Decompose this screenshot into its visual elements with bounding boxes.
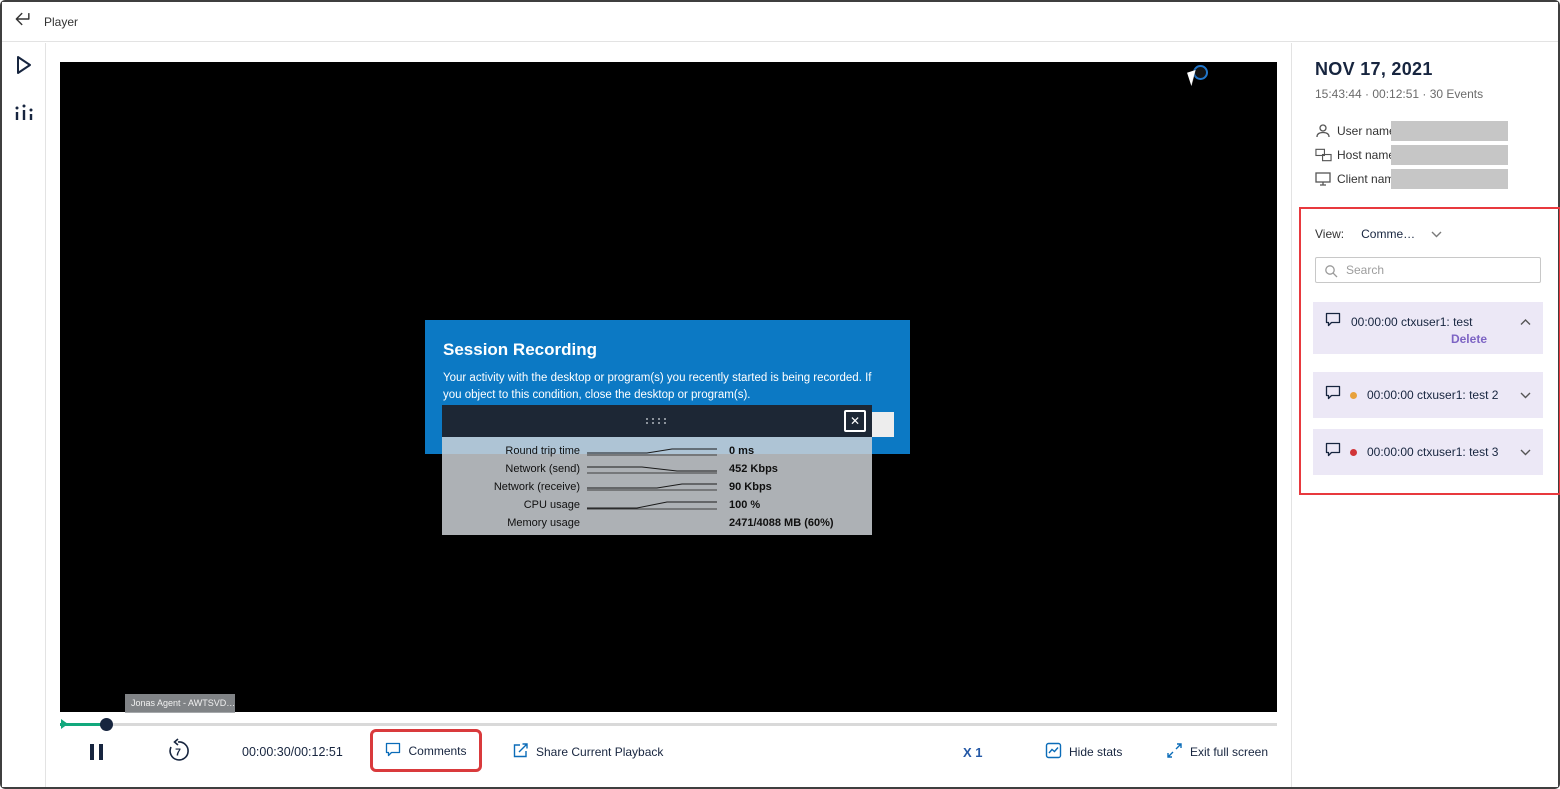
event-marker-icon	[61, 719, 68, 729]
hide-stats-label: Hide stats	[1069, 745, 1122, 759]
share-button-label: Share Current Playback	[536, 745, 663, 759]
stats-chart-icon	[1045, 742, 1062, 762]
session-field-user: User name:	[1315, 121, 1399, 141]
pause-icon	[90, 744, 103, 760]
client-name-value-placeholder	[1391, 169, 1508, 189]
exit-fullscreen-button[interactable]: Exit full screen	[1166, 734, 1268, 770]
stat-label: Network (receive)	[442, 481, 580, 493]
client-monitor-icon	[1315, 172, 1333, 186]
comment-icon	[1325, 312, 1341, 332]
comment-text: 00:00:00 ctxuser1: test 3	[1367, 445, 1498, 459]
exit-fullscreen-label: Exit full screen	[1190, 745, 1268, 759]
stat-row: Network (receive) 90 Kbps	[442, 478, 872, 496]
session-field-host: Host name:	[1315, 145, 1398, 165]
chevron-down-icon[interactable]	[1520, 449, 1531, 456]
stat-value: 100 %	[729, 499, 760, 511]
playback-speed-button[interactable]: X 1	[963, 734, 983, 770]
comment-text: 00:00:00 ctxuser1: test 2	[1367, 388, 1498, 402]
play-nav-button[interactable]	[10, 53, 38, 81]
playback-controls: 7 00:00:30/00:12:51 Comments Share Curre…	[60, 732, 1277, 776]
comment-icon	[1325, 385, 1341, 405]
comment-icon	[1325, 442, 1341, 462]
seek-bar	[60, 717, 1277, 731]
stat-value: 2471/4088 MB (60%)	[729, 517, 834, 529]
comment-item[interactable]: 00:00:00 ctxuser1: test 3	[1313, 429, 1543, 475]
chevron-down-icon[interactable]	[1520, 392, 1531, 399]
sparkline-chart	[587, 462, 717, 476]
stat-row: Round trip time 0 ms	[442, 442, 872, 460]
field-label: User name:	[1337, 124, 1399, 138]
comment-item[interactable]: 00:00:00 ctxuser1: test 2	[1313, 372, 1543, 418]
video-taskbar-label: Jonas Agent - AWTSVD…	[125, 694, 235, 713]
stats-overlay-body: Round trip time 0 ms Network (send) 452 …	[442, 437, 872, 535]
stat-label: Memory usage	[442, 517, 580, 529]
comments-annotation-box: Comments	[370, 729, 482, 772]
pause-button[interactable]	[90, 734, 103, 770]
rewind-7-icon: 7	[165, 738, 191, 767]
dialog-button-fragment[interactable]	[872, 412, 894, 437]
seek-track[interactable]	[60, 723, 1277, 726]
stat-label: Round trip time	[442, 445, 580, 457]
stats-overlay-header: ✕	[442, 405, 872, 437]
stat-row: Network (send) 452 Kbps	[442, 460, 872, 478]
session-field-client: Client name	[1315, 169, 1401, 189]
video-canvas: Session Recording Your activity with the…	[60, 62, 1277, 712]
sparkline-chart	[587, 480, 717, 494]
events-stats-nav-button[interactable]	[10, 101, 38, 129]
recording-meta: 15:43:44 · 00:12:51 · 30 Events	[1315, 87, 1483, 101]
comment-color-dot	[1350, 392, 1357, 399]
recording-date: NOV 17, 2021	[1315, 59, 1433, 80]
comment-item[interactable]: 00:00:00 ctxuser1: test Delete	[1313, 302, 1543, 354]
back-arrow-icon	[13, 9, 33, 34]
left-toolbar	[2, 43, 46, 787]
seek-handle[interactable]	[100, 718, 113, 731]
stat-row: CPU usage 100 %	[442, 496, 872, 514]
stats-close-button[interactable]: ✕	[844, 410, 866, 432]
stat-row: Memory usage 2471/4088 MB (60%)	[442, 514, 872, 532]
stat-label: Network (send)	[442, 463, 580, 475]
view-label: View:	[1315, 227, 1344, 241]
stat-value: 452 Kbps	[729, 463, 778, 475]
dialog-body-text: Your activity with the desktop or progra…	[425, 360, 910, 403]
stat-value: 90 Kbps	[729, 481, 772, 493]
share-playback-button[interactable]: Share Current Playback	[512, 734, 663, 770]
comments-button[interactable]: Comments	[385, 733, 466, 769]
exit-fullscreen-icon	[1166, 742, 1183, 762]
drag-handle-icon[interactable]	[644, 417, 670, 425]
stat-value: 0 ms	[729, 445, 754, 457]
sparkline-chart	[587, 498, 717, 512]
page-title: Player	[44, 15, 78, 29]
comment-bubble-icon	[385, 742, 401, 760]
delete-comment-button[interactable]: Delete	[1451, 332, 1487, 346]
share-icon	[512, 742, 529, 762]
comment-color-dot	[1350, 449, 1357, 456]
hide-stats-button[interactable]: Hide stats	[1045, 734, 1122, 770]
host-icon	[1315, 148, 1333, 162]
play-icon	[15, 55, 33, 80]
back-button[interactable]	[2, 9, 44, 34]
bar-chart-icon	[14, 104, 34, 127]
chevron-down-icon[interactable]	[1431, 231, 1442, 238]
search-input[interactable]	[1316, 258, 1540, 282]
rewind-badge: 7	[175, 746, 181, 758]
user-icon	[1315, 123, 1333, 139]
comment-text: 00:00:00 ctxuser1: test	[1351, 315, 1472, 329]
host-name-value-placeholder	[1391, 145, 1508, 165]
dialog-title: Session Recording	[425, 320, 910, 360]
field-label: Host name:	[1337, 148, 1398, 162]
playback-time: 00:00:30/00:12:51	[242, 734, 343, 770]
top-bar: Player	[2, 2, 1558, 42]
chevron-up-icon[interactable]	[1520, 319, 1531, 326]
view-selector-row: View: Comme…	[1315, 227, 1442, 241]
sparkline-chart	[587, 444, 717, 458]
view-dropdown[interactable]: Comme…	[1361, 227, 1415, 241]
comments-button-label: Comments	[408, 744, 466, 758]
stat-label: CPU usage	[442, 499, 580, 511]
user-name-value-placeholder	[1391, 121, 1508, 141]
stats-overlay: ✕ Round trip time 0 ms Network (send) 45…	[442, 405, 872, 535]
details-panel: NOV 17, 2021 15:43:44 · 00:12:51 · 30 Ev…	[1291, 43, 1558, 787]
search-box	[1315, 257, 1541, 283]
rewind-7-button[interactable]: 7	[165, 734, 191, 770]
